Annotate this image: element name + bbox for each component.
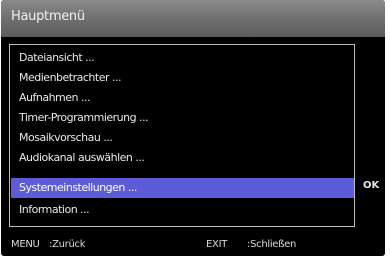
menu-item-media-viewer[interactable]: Medienbetrachter ... xyxy=(11,68,354,88)
title-bar: Hauptmenü xyxy=(1,0,385,37)
menu-title: Hauptmenü xyxy=(11,9,85,24)
footer-exit-key: EXIT xyxy=(206,239,228,250)
menu-item-recordings[interactable]: Aufnahmen ... xyxy=(11,88,354,108)
menu-item-audio-channel[interactable]: Audiokanal auswählen ... xyxy=(11,148,354,168)
footer-menu-key: MENU xyxy=(11,239,40,250)
menu-item-file-view[interactable]: Dateiansicht ... xyxy=(11,48,354,68)
main-menu-screen: Hauptmenü Dateiansicht ... Medienbetrach… xyxy=(1,0,385,256)
footer-menu-action: :Zurück xyxy=(49,239,86,250)
menu-item-system-settings[interactable]: Systemeinstellungen ... xyxy=(11,178,354,198)
ok-hint: OK xyxy=(363,180,380,191)
menu-item-information[interactable]: Information ... xyxy=(11,200,354,220)
footer-bar: MENU :Zurück EXIT :Schließen xyxy=(1,233,385,256)
menu-item-timer-programming[interactable]: Timer-Programmierung ... xyxy=(11,108,354,128)
menu-item-mosaic-preview[interactable]: Mosaikvorschau ... xyxy=(11,128,354,148)
menu-list: Dateiansicht ... Medienbetrachter ... Au… xyxy=(9,44,355,227)
footer-exit-action: :Schließen xyxy=(247,239,297,250)
